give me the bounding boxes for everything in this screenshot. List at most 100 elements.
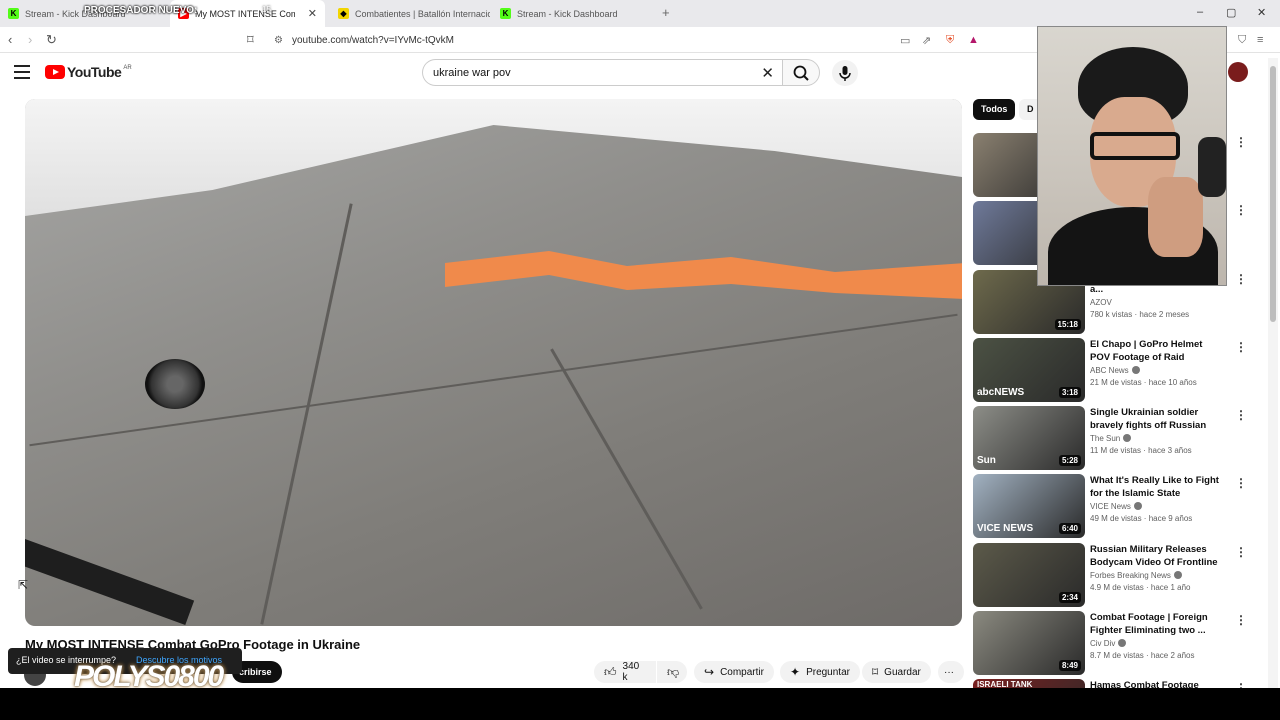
bookmark-icon[interactable]: ⌑ <box>247 32 254 48</box>
related-video-item[interactable]: abcNEWS 3:18 El Chapo | GoPro Helmet POV F… <box>973 338 1247 402</box>
more-icon: ··· <box>944 666 954 678</box>
related-video-title[interactable]: El Chapo | GoPro Helmet POV Footage of R… <box>1090 338 1225 364</box>
save-button[interactable]: ⌑ Guardar <box>862 661 931 683</box>
verified-icon <box>1123 434 1132 442</box>
share-button[interactable]: ↪ Compartir <box>694 661 774 683</box>
clear-search-icon[interactable]: ✕ <box>761 64 774 82</box>
rewards-icon[interactable]: ▲ <box>968 34 979 46</box>
profile-avatar[interactable] <box>1228 62 1248 82</box>
video-thumbnail[interactable]: abcNEWS 3:18 <box>973 338 1085 402</box>
new-tab-button[interactable]: + <box>662 5 670 20</box>
youtube-logo[interactable]: YouTube AR <box>45 64 132 80</box>
tab-label: My MOST INTENSE Combat GoPro Footage in … <box>195 8 295 19</box>
channel-name-row: AZOV <box>1090 298 1225 307</box>
channel-name[interactable]: Civ Div <box>1090 639 1115 648</box>
tab-combatientes[interactable]: ◆ Combatientes | Batallón Internacional <box>330 0 490 27</box>
channel-name[interactable]: VICE News <box>1090 502 1131 511</box>
url-field[interactable]: youtube.com/watch?v=IYvMc-tQvkM <box>292 35 454 46</box>
related-video-title[interactable]: What It's Really Like to Fight for the I… <box>1090 474 1225 500</box>
browser-menu-icon[interactable]: ≡ <box>1257 34 1263 46</box>
video-info: El Chapo | GoPro Helmet POV Footage of R… <box>1090 338 1225 387</box>
related-video-title[interactable]: Russian Military Releases Bodycam Video … <box>1090 543 1225 569</box>
vpn-icon[interactable]: ⛉ <box>1238 34 1246 47</box>
video-options-icon[interactable]: ⋮ <box>1235 681 1247 688</box>
video-info: Combat Footage | Foreign Fighter Elimina… <box>1090 611 1225 660</box>
video-duration: 3:18 <box>1058 387 1081 398</box>
related-video-title[interactable]: Single Ukrainian soldier bravely fights … <box>1090 406 1225 432</box>
share-icon[interactable]: ⇗ <box>922 34 931 47</box>
verified-icon <box>1131 366 1140 374</box>
video-meta: 4.9 M de vistas · hace 1 año <box>1090 583 1191 592</box>
stream-overlay-number: 15 <box>262 5 271 14</box>
channel-name-row: ABC News <box>1090 366 1225 375</box>
reload-icon[interactable]: ↻ <box>46 32 57 48</box>
related-video-title[interactable]: Hamas Combat Footage Shows <box>1090 679 1225 688</box>
search-button[interactable] <box>782 59 820 86</box>
thumbs-down-icon: 👎︎ <box>667 664 680 679</box>
brave-shield-icon[interactable]: ⛨ <box>946 34 954 47</box>
channel-name[interactable]: AZOV <box>1090 298 1112 307</box>
video-options-icon[interactable]: ⋮ <box>1235 613 1247 627</box>
voice-search-button[interactable] <box>832 60 858 86</box>
video-player[interactable] <box>25 99 962 626</box>
video-options-icon[interactable]: ⋮ <box>1235 340 1247 354</box>
related-video-item[interactable]: Sun 5:28 Single Ukrainian soldier bravely … <box>973 406 1247 470</box>
hamburger-menu-icon[interactable] <box>14 65 30 83</box>
channel-name[interactable]: ABC News <box>1090 366 1129 375</box>
video-options-icon[interactable]: ⋮ <box>1235 203 1247 217</box>
video-thumbnail[interactable]: Sun 5:28 <box>973 406 1085 470</box>
thumbnail-brand-text: ISRAELI TANK <box>977 680 1033 688</box>
close-window-button[interactable]: ✕ <box>1257 6 1266 19</box>
related-video-item[interactable]: ISRAELI TANK Hamas Combat Footage Shows ⋮ <box>973 679 1247 688</box>
back-icon[interactable]: ‹ <box>8 32 12 47</box>
related-video-title[interactable]: Combat Footage | Foreign Fighter Elimina… <box>1090 611 1225 637</box>
channel-name[interactable]: The Sun <box>1090 434 1120 443</box>
close-tab-icon[interactable]: ✕ <box>308 7 317 20</box>
search-input[interactable]: ukraine war pov <box>433 67 511 79</box>
sparkle-icon: ✦ <box>790 665 801 679</box>
ask-button[interactable]: ✦ Preguntar <box>780 661 860 683</box>
like-button[interactable]: 👍︎ 340 k <box>594 661 656 683</box>
webcam-headset <box>1198 137 1226 197</box>
tab-strip: K Stream - Kick Dashboard ▶ My MOST INTE… <box>0 0 1280 27</box>
video-frame-orange-ribbon <box>445 251 962 299</box>
verified-icon <box>1173 571 1182 579</box>
related-video-item[interactable]: 2:34 Russian Military Releases Bodycam Vi… <box>973 543 1247 607</box>
forward-icon[interactable]: › <box>28 32 32 47</box>
share-label: Compartir <box>720 666 764 678</box>
minimize-button[interactable]: – <box>1197 6 1203 18</box>
search-box[interactable]: ukraine war pov ✕ <box>422 59 782 86</box>
youtube-wordmark: YouTube <box>67 64 122 80</box>
related-video-item[interactable]: VICE NEWS 6:40 What It's Really Like to Fi… <box>973 474 1247 538</box>
chip-todos[interactable]: Todos <box>973 99 1016 120</box>
thumbnail-brand-text: VICE NEWS <box>977 523 1034 534</box>
microphone-icon <box>839 66 851 81</box>
video-options-icon[interactable]: ⋮ <box>1235 135 1247 149</box>
video-thumbnail[interactable]: 2:34 <box>973 543 1085 607</box>
dislike-button[interactable]: 👎︎ <box>657 661 687 683</box>
maximize-button[interactable]: ▢ <box>1226 6 1236 19</box>
video-options-icon[interactable]: ⋮ <box>1235 545 1247 559</box>
video-frame-wheel <box>145 359 205 409</box>
page-scrollbar[interactable] <box>1268 58 1278 688</box>
video-thumbnail[interactable]: 8:49 <box>973 611 1085 675</box>
more-actions-button[interactable]: ··· <box>938 661 964 683</box>
video-options-icon[interactable]: ⋮ <box>1235 272 1247 286</box>
webcam-hand <box>1148 177 1203 257</box>
like-count: 340 k <box>622 661 640 683</box>
site-info-icon[interactable]: ⚙ <box>274 35 283 46</box>
channel-name[interactable]: Forbes Breaking News <box>1090 571 1171 580</box>
channel-name-row: VICE News <box>1090 502 1225 511</box>
video-thumbnail[interactable]: ISRAELI TANK <box>973 679 1085 688</box>
verified-icon <box>1118 639 1127 647</box>
scrollbar-thumb[interactable] <box>1270 66 1276 322</box>
video-duration: 6:40 <box>1058 523 1081 534</box>
video-thumbnail[interactable]: VICE NEWS 6:40 <box>973 474 1085 538</box>
cast-icon[interactable]: ▭ <box>900 34 910 47</box>
related-video-item[interactable]: 8:49 Combat Footage | Foreign Fighter Eli… <box>973 611 1247 675</box>
channel-name-row: The Sun <box>1090 434 1225 443</box>
kick-icon: K <box>500 8 511 19</box>
tab-kick-dashboard-2[interactable]: K Stream - Kick Dashboard <box>492 0 652 27</box>
video-options-icon[interactable]: ⋮ <box>1235 476 1247 490</box>
video-options-icon[interactable]: ⋮ <box>1235 408 1247 422</box>
